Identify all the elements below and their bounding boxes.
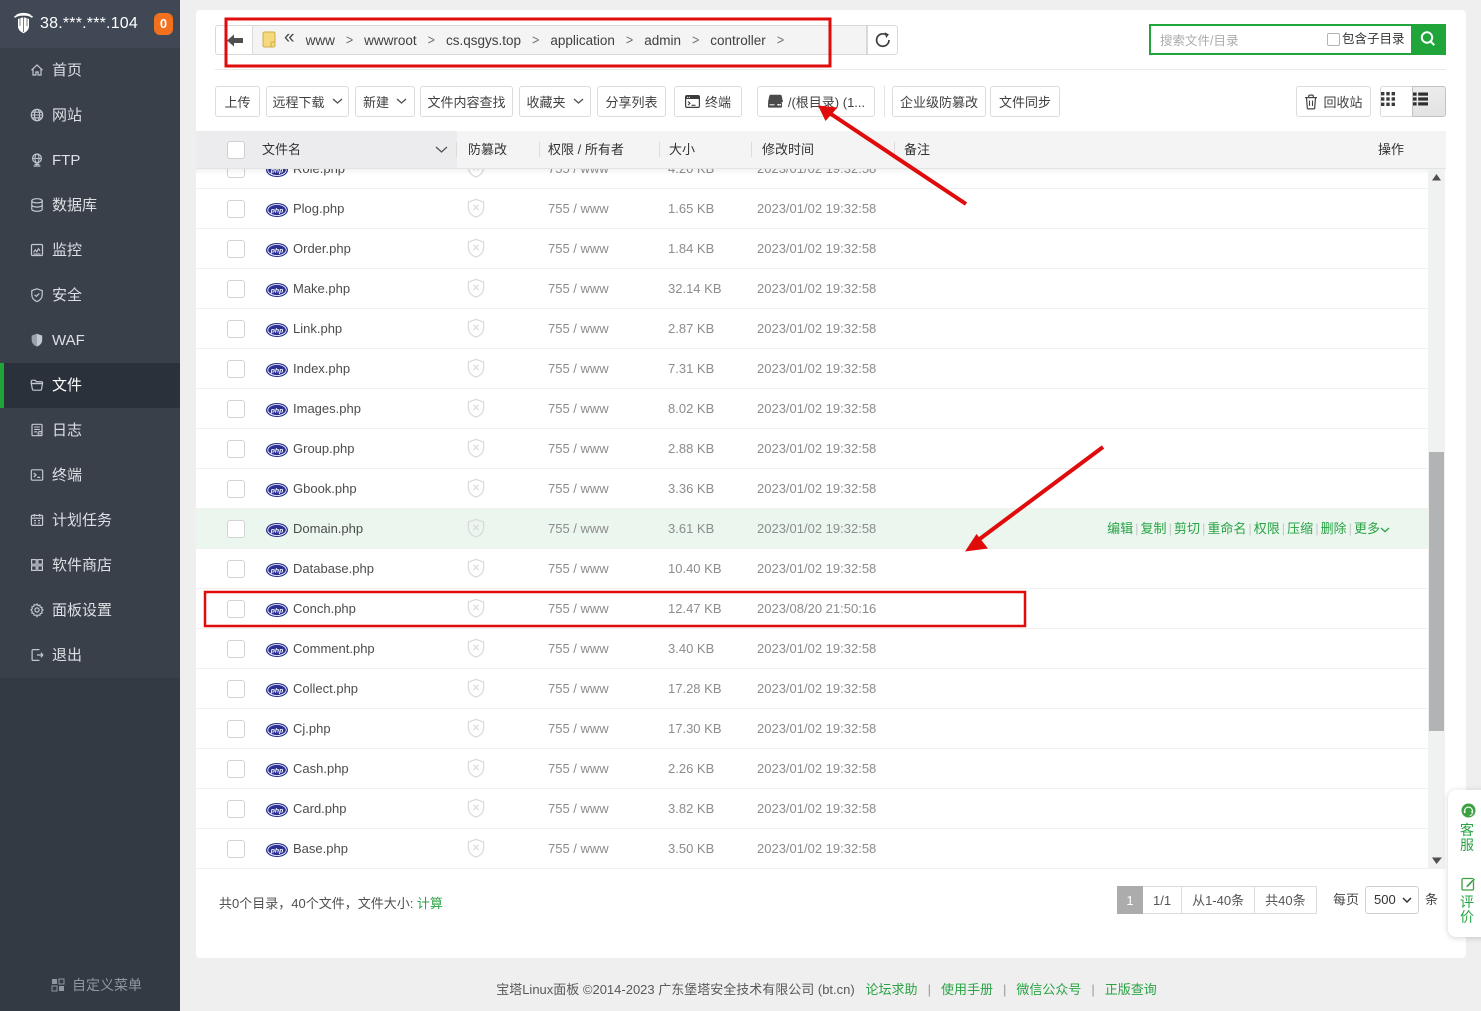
svg-text:php: php	[270, 567, 283, 574]
svg-text:php: php	[270, 727, 283, 734]
svg-text:php: php	[270, 687, 283, 694]
svg-text:php: php	[270, 407, 283, 414]
svg-text:php: php	[270, 807, 283, 814]
svg-text:php: php	[270, 767, 283, 774]
svg-text:php: php	[270, 487, 283, 494]
svg-text:php: php	[270, 607, 283, 614]
svg-text:php: php	[270, 447, 283, 454]
svg-text:php: php	[270, 207, 283, 214]
svg-text:php: php	[270, 847, 283, 854]
svg-text:php: php	[270, 367, 283, 374]
svg-text:php: php	[270, 527, 283, 534]
svg-text:php: php	[270, 247, 283, 254]
svg-text:php: php	[270, 647, 283, 654]
svg-text:php: php	[270, 169, 283, 174]
svg-text:php: php	[270, 287, 283, 294]
svg-text:php: php	[270, 327, 283, 334]
